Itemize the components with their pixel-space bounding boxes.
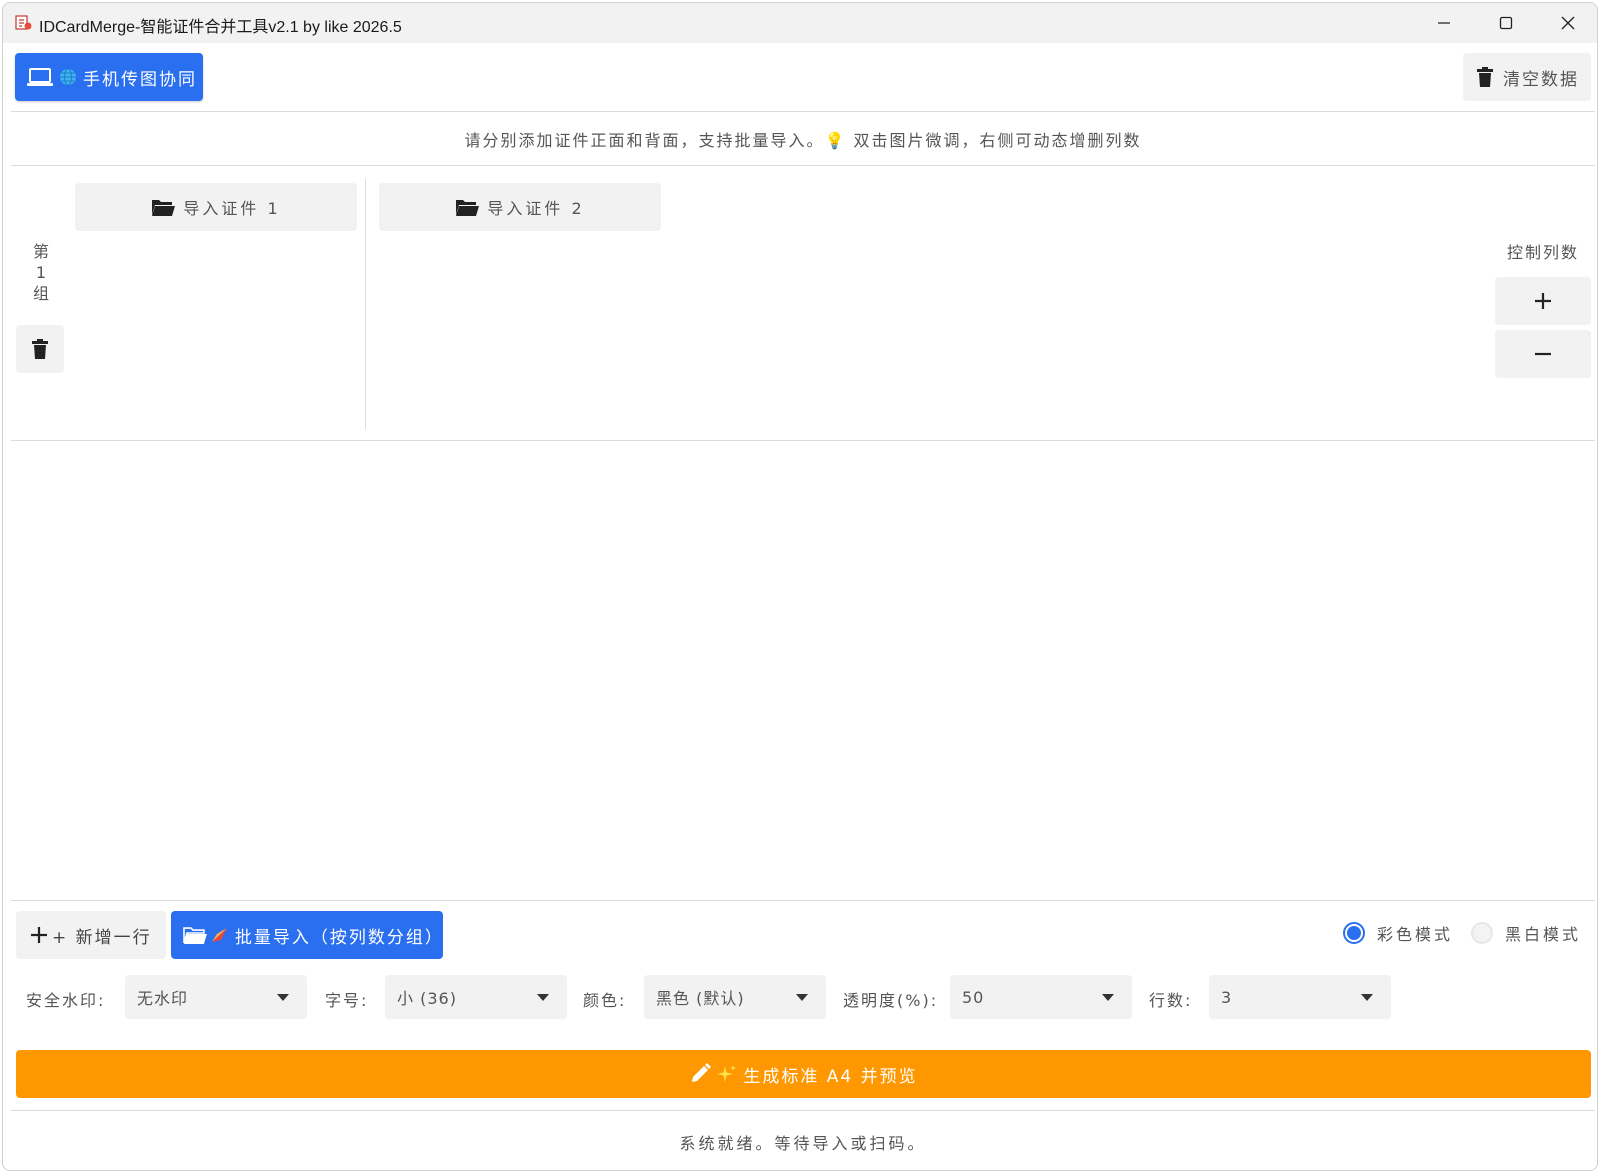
import-card-2-label: 导入证件 2 [487, 199, 585, 218]
add-column-button[interactable] [1495, 277, 1591, 325]
plus-icon [1535, 293, 1551, 309]
minimize-icon [1438, 22, 1450, 24]
laptop-icon [27, 68, 53, 86]
pennant-icon [211, 928, 227, 942]
trash-icon [32, 339, 48, 359]
generate-a4-button[interactable]: 生成标准 A4 并预览 [16, 1050, 1591, 1098]
app-logo-icon [15, 15, 32, 30]
chevron-down-icon [1102, 994, 1114, 1001]
globe-icon [60, 68, 76, 86]
bw-mode-label: 黑白模式 [1505, 925, 1582, 944]
remove-column-button[interactable] [1495, 330, 1591, 378]
divider [11, 165, 1595, 166]
batch-import-button[interactable]: 批量导入（按列数分组） [171, 911, 443, 959]
watermark-select[interactable]: 无水印 [125, 975, 307, 1019]
maximize-button[interactable] [1475, 3, 1537, 43]
divider [11, 900, 1595, 901]
rows-select[interactable]: 3 [1209, 975, 1391, 1019]
app-window: IDCardMerge-智能证件合并工具v2.1 by like 2026.5 … [2, 2, 1598, 1171]
color-mode-label: 彩色模式 [1377, 925, 1454, 944]
folder-open-icon [456, 200, 480, 216]
rows-value: 3 [1221, 987, 1233, 1007]
folder-open-icon [152, 200, 176, 216]
status-bar-text: 系统就绪。等待导入或扫码。 [679, 1134, 927, 1153]
chevron-down-icon [1361, 994, 1373, 1001]
window-title: IDCardMerge-智能证件合并工具v2.1 by like 2026.5 [39, 19, 402, 36]
color-mode-radio[interactable]: 彩色模式 [1343, 921, 1453, 945]
watermark-label: 安全水印: [26, 991, 106, 1010]
chevron-down-icon [277, 994, 289, 1001]
opacity-value: 50 [962, 987, 985, 1007]
import-card-1-label: 导入证件 1 [183, 199, 281, 218]
watermark-value: 无水印 [137, 989, 189, 1008]
minimize-button[interactable] [1413, 3, 1475, 43]
bw-mode-radio[interactable]: 黑白模式 [1471, 921, 1581, 945]
chevron-down-icon [537, 994, 549, 1001]
color-label: 颜色: [583, 991, 627, 1010]
font-size-label: 字号: [325, 991, 369, 1010]
column-control-label: 控制列数 [1506, 243, 1579, 262]
color-value: 黑色 (默认) [656, 989, 745, 1008]
group-label-line: 第 [32, 242, 49, 261]
minus-icon [1535, 352, 1551, 356]
generate-a4-label: 生成标准 A4 并预览 [743, 1066, 918, 1087]
close-button[interactable] [1537, 3, 1597, 43]
folder-open-icon [183, 927, 207, 944]
divider [11, 440, 1595, 441]
font-size-value: 小 (36) [397, 989, 457, 1008]
import-card-2-button[interactable]: 导入证件 2 [379, 183, 661, 231]
font-size-select[interactable]: 小 (36) [385, 975, 567, 1019]
radio-selected-indicator [1343, 922, 1365, 944]
group-label: 第 1 组 [29, 241, 53, 304]
clear-data-button[interactable]: 清空数据 [1463, 53, 1591, 101]
opacity-label: 透明度(%): [843, 991, 939, 1010]
plus-icon [31, 927, 47, 943]
rows-label: 行数: [1149, 991, 1193, 1010]
import-card-1-button[interactable]: 导入证件 1 [75, 183, 357, 231]
title-bar[interactable]: IDCardMerge-智能证件合并工具v2.1 by like 2026.5 [3, 3, 1597, 43]
add-row-label: + 新增一行 [52, 927, 152, 948]
sparkles-icon [717, 1065, 737, 1082]
clear-data-label: 清空数据 [1503, 69, 1579, 90]
phone-transfer-button[interactable]: 手机传图协同 [15, 53, 203, 101]
color-select[interactable]: 黑色 (默认) [644, 975, 826, 1019]
divider [11, 111, 1595, 112]
chevron-down-icon [796, 994, 808, 1001]
phone-transfer-label: 手机传图协同 [83, 69, 197, 90]
column-divider [365, 179, 366, 429]
opacity-select[interactable]: 50 [950, 975, 1132, 1019]
batch-import-label: 批量导入（按列数分组） [234, 927, 444, 948]
maximize-icon [1499, 16, 1513, 30]
radio-unselected-indicator [1471, 922, 1493, 944]
add-row-button[interactable]: + 新增一行 [16, 911, 166, 959]
instruction-hint: 请分别添加证件正面和背面，支持批量导入。💡 双击图片微调，右侧可动态增删列数 [464, 131, 1142, 150]
trash-icon [1477, 67, 1493, 87]
group-label-line: 组 [32, 284, 49, 303]
divider [11, 1110, 1595, 1111]
group-label-line: 1 [35, 263, 47, 282]
close-icon [1561, 16, 1575, 30]
delete-group-button[interactable] [16, 325, 64, 373]
pencil-icon [692, 1063, 712, 1082]
